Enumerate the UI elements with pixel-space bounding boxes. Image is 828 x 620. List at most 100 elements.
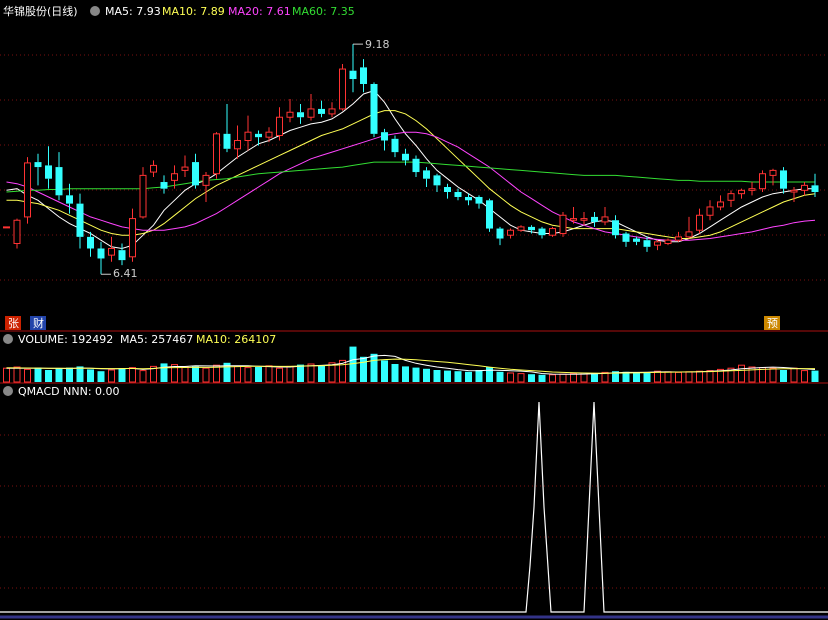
candle	[507, 228, 514, 239]
candle-body	[45, 165, 52, 179]
volume-bar	[24, 368, 31, 383]
candle	[139, 167, 147, 219]
candle	[486, 198, 493, 232]
yu-badge-label: 预	[767, 317, 778, 330]
ma-line-ma10	[6, 110, 816, 239]
candle-body	[339, 68, 346, 110]
volume-bar	[790, 367, 798, 383]
candle-body	[150, 164, 157, 173]
candle-body	[66, 195, 73, 204]
candle	[150, 160, 157, 178]
volume-bar	[192, 366, 199, 382]
candle-body	[696, 214, 703, 231]
volume-bar	[87, 369, 94, 382]
candle	[433, 173, 441, 192]
candle	[675, 231, 682, 242]
ma20-legend: MA20: 7.61	[228, 5, 291, 18]
header-dropdown-icon[interactable]	[90, 6, 100, 16]
candle-body	[391, 138, 399, 153]
candle-body	[118, 250, 126, 261]
volume-bar	[13, 366, 21, 383]
ma60-legend: MA60: 7.35	[292, 5, 355, 18]
candle-body	[454, 192, 462, 197]
volume-bar	[591, 373, 598, 382]
candle-body	[475, 196, 483, 204]
candle-body	[601, 216, 609, 223]
candle-body	[307, 108, 315, 118]
candle-body	[433, 175, 441, 186]
volume-dropdown-icon[interactable]	[3, 334, 13, 344]
volume-bar	[97, 371, 105, 382]
candle	[45, 146, 52, 189]
stock-chart[interactable]: 华锦股份(日线) MA5: 7.93 MA10: 7.89 MA20: 7.61…	[0, 0, 828, 620]
candle-body	[769, 169, 777, 176]
candle-body	[685, 231, 693, 238]
candle-body	[139, 174, 147, 218]
candle-body	[13, 219, 21, 245]
candle	[633, 236, 640, 246]
volume-bar	[265, 365, 273, 383]
candle-body	[412, 158, 420, 173]
stock-title: 华锦股份(日线)	[3, 4, 78, 18]
candle-body	[213, 133, 220, 175]
volume-bar	[475, 370, 483, 382]
volume-bar	[643, 372, 651, 382]
volume-bar	[276, 367, 283, 383]
ma-line-ma20	[6, 131, 816, 241]
candle-body	[717, 201, 724, 208]
candle	[307, 93, 315, 121]
volume-bar	[517, 373, 525, 383]
candle-body	[328, 108, 336, 115]
candle-body	[811, 185, 819, 192]
candle-body	[727, 193, 735, 201]
qmacd-dropdown-icon[interactable]	[3, 386, 13, 396]
volume-bar	[255, 367, 262, 382]
volume-bar	[538, 374, 546, 382]
candle-body	[790, 189, 798, 193]
candle	[223, 103, 231, 153]
candle-body	[643, 240, 651, 247]
zhang-badge-label: 张	[8, 317, 19, 330]
volume-bar	[3, 367, 10, 383]
candle-body	[286, 111, 294, 118]
volume-bar	[433, 370, 441, 382]
volume-bar	[66, 367, 73, 382]
qmacd-label: QMACD NNN: 0.00	[18, 385, 120, 398]
candle-body	[591, 216, 598, 222]
volume-bar	[307, 363, 315, 383]
candle-body	[580, 218, 588, 221]
candle	[612, 215, 619, 239]
candle-body	[664, 239, 672, 245]
candle	[181, 155, 189, 178]
volume-label: VOLUME: 192492	[18, 333, 113, 346]
candle-body	[423, 170, 430, 179]
candle-body	[748, 188, 756, 191]
volume-bar	[34, 367, 42, 382]
candle-body	[244, 131, 252, 141]
candle	[769, 168, 777, 186]
volume-bar	[570, 373, 577, 383]
qmacd-line	[0, 401, 828, 613]
candle	[412, 155, 420, 178]
candle-body	[192, 162, 199, 186]
volume-bar	[811, 370, 819, 382]
annotation-label: 9.18	[365, 38, 390, 51]
volume-bar	[318, 365, 325, 382]
volume-bar	[685, 371, 693, 383]
volume-bar	[465, 371, 472, 382]
candle	[276, 107, 283, 141]
candle	[318, 100, 325, 118]
ma-line-ma60	[6, 161, 815, 193]
volume-bar	[139, 370, 147, 383]
candle	[160, 175, 168, 194]
candle-body	[360, 67, 367, 84]
candle	[759, 170, 766, 192]
candle	[66, 183, 73, 214]
candle	[349, 44, 357, 93]
candle	[654, 240, 661, 251]
candle-body	[402, 153, 409, 161]
candle	[381, 128, 388, 151]
candle-body	[108, 247, 115, 256]
candle	[780, 167, 787, 194]
candle-body	[444, 187, 451, 192]
